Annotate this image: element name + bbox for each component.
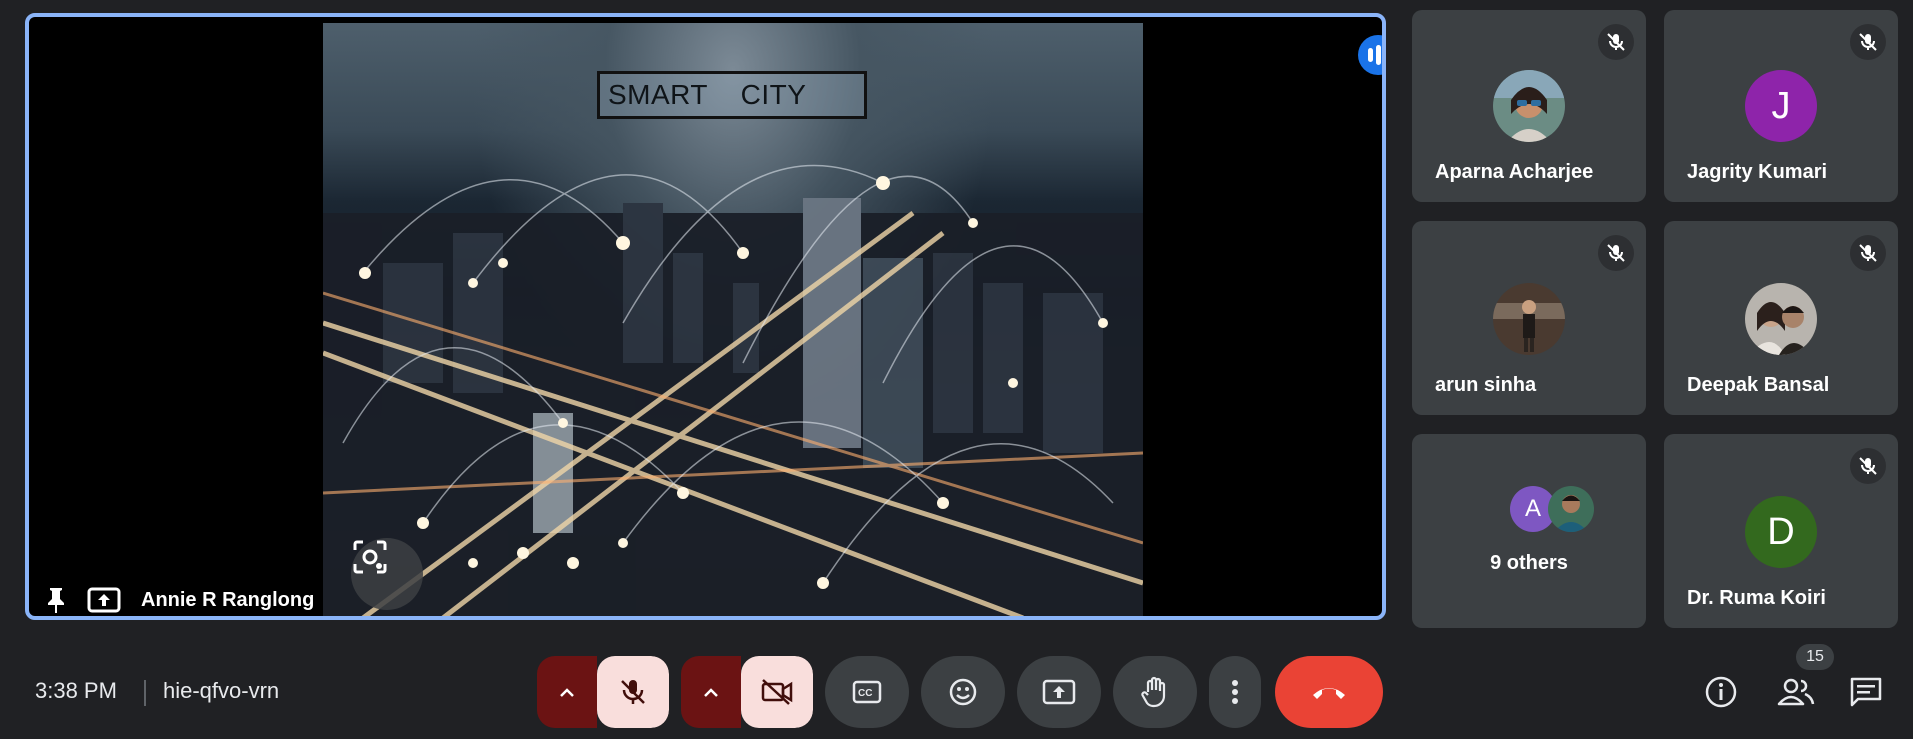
people-button[interactable] xyxy=(1773,672,1819,712)
chat-button[interactable] xyxy=(1846,672,1886,712)
mic-off-icon xyxy=(1598,24,1634,60)
present-icon xyxy=(1042,679,1076,705)
audio-level-icon xyxy=(1358,35,1382,75)
participant-name: Deepak Bansal xyxy=(1687,374,1830,396)
captions-button[interactable]: CC xyxy=(825,656,909,728)
meeting-window: SMART CITY Annie R Ranglong Aparna Achar… xyxy=(0,0,1913,739)
mic-control xyxy=(537,656,669,728)
mic-toggle-button[interactable] xyxy=(597,656,669,728)
people-count-badge: 15 xyxy=(1796,644,1834,670)
participant-name: arun sinha xyxy=(1435,374,1537,396)
avatar: J xyxy=(1745,70,1817,142)
meeting-code: hie-qfvo-vrn xyxy=(163,678,280,703)
others-label: 9 others xyxy=(1490,552,1568,574)
avatar: D xyxy=(1745,496,1817,568)
raise-hand-icon xyxy=(1141,676,1166,708)
avatar xyxy=(1548,486,1594,532)
audio-options-button[interactable] xyxy=(537,656,597,728)
participant-name: Jagrity Kumari xyxy=(1687,161,1828,183)
chevron-up-icon xyxy=(560,688,574,697)
camera-off-icon xyxy=(761,679,793,705)
participant-tile[interactable]: arun sinha xyxy=(1412,221,1646,415)
image-search-icon xyxy=(353,540,387,574)
participant-tile[interactable]: J Jagrity Kumari xyxy=(1664,10,1898,202)
presentation-tile[interactable]: SMART CITY Annie R Ranglong xyxy=(25,13,1386,620)
meeting-info-button[interactable] xyxy=(1701,672,1741,712)
presenter-footer: Annie R Ranglong xyxy=(39,583,315,616)
chat-icon xyxy=(1850,677,1882,707)
pin-icon[interactable] xyxy=(39,583,73,616)
emoji-icon xyxy=(949,678,977,706)
participant-name: Aparna Acharjee xyxy=(1435,161,1594,183)
participant-tile[interactable]: Aparna Acharjee xyxy=(1412,10,1646,202)
participant-tile[interactable]: D Dr. Ruma Koiri xyxy=(1664,434,1898,628)
more-options-button[interactable] xyxy=(1209,656,1261,728)
video-options-button[interactable] xyxy=(681,656,741,728)
mic-off-icon xyxy=(1850,448,1886,484)
end-call-icon xyxy=(1313,688,1345,699)
people-icon xyxy=(1777,678,1815,706)
participant-name: Dr. Ruma Koiri xyxy=(1687,587,1826,609)
mic-off-icon xyxy=(621,680,645,704)
end-call-button[interactable] xyxy=(1275,656,1383,728)
participant-tile[interactable]: Deepak Bansal xyxy=(1664,221,1898,415)
lens-button[interactable] xyxy=(351,538,423,610)
camera-toggle-button[interactable] xyxy=(741,656,813,728)
clock: 3:38 PM xyxy=(35,678,117,703)
more-options-icon xyxy=(1232,680,1238,704)
presenting-icon xyxy=(87,583,121,616)
raise-hand-button[interactable] xyxy=(1113,656,1197,728)
presenter-name: Annie R Ranglong xyxy=(141,588,315,611)
mic-off-icon xyxy=(1850,24,1886,60)
avatar xyxy=(1745,283,1817,355)
slide-title-box: SMART CITY xyxy=(597,71,867,119)
mic-off-icon xyxy=(1850,235,1886,271)
shared-slide: SMART CITY xyxy=(323,23,1143,616)
avatar xyxy=(1493,70,1565,142)
info-icon xyxy=(1705,676,1737,708)
others-tile[interactable]: A 9 others xyxy=(1412,434,1646,628)
captions-icon: CC xyxy=(852,680,882,704)
present-button[interactable] xyxy=(1017,656,1101,728)
slide-title: SMART CITY xyxy=(608,79,807,110)
reactions-button[interactable] xyxy=(921,656,1005,728)
chevron-up-icon xyxy=(704,688,718,697)
divider xyxy=(144,680,146,706)
mic-off-icon xyxy=(1598,235,1634,271)
svg-text:CC: CC xyxy=(858,688,872,699)
avatar xyxy=(1493,283,1565,355)
camera-control xyxy=(681,656,813,728)
